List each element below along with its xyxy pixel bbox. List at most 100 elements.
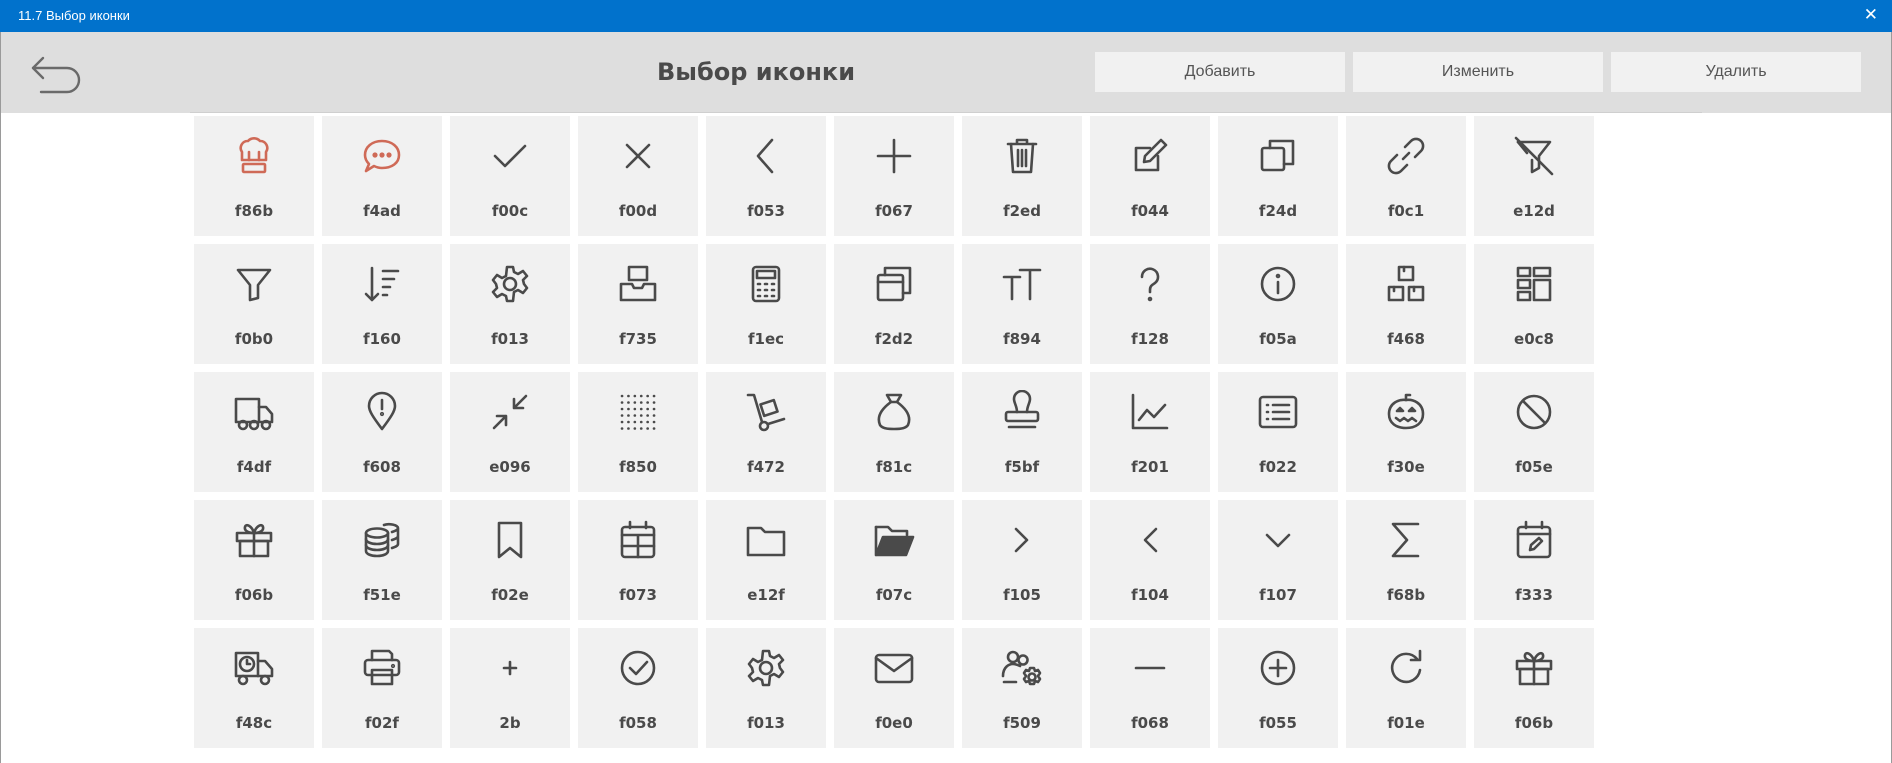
toolbar: Выбор иконки Добавить Изменить Удалить [1, 32, 1891, 113]
icon-tile-f02f[interactable]: f02f [322, 628, 442, 748]
icon-grid: f86b f4ad f00c f00d f053 f067 f2ed f044 f24d f0c1… [194, 116, 1598, 748]
icon-tile-f333[interactable]: f333 [1474, 500, 1594, 620]
icon-tile-e12f[interactable]: e12f [706, 500, 826, 620]
folder-open-icon [874, 525, 915, 557]
icon-code: f022 [1259, 458, 1297, 476]
icon-tile-f201[interactable]: f201 [1090, 372, 1210, 492]
header-divider [190, 112, 1702, 113]
icon-tile-f0c1[interactable]: f0c1 [1346, 116, 1466, 236]
icon-code: f48c [235, 714, 273, 732]
icon-tile-f4df[interactable]: f4df [194, 372, 314, 492]
window-restore-icon [876, 266, 912, 302]
icon-code: f608 [363, 458, 401, 476]
icon-tile-e0c8[interactable]: e0c8 [1474, 244, 1594, 364]
close-icon[interactable]: ✕ [1864, 5, 1878, 25]
icon-tile-f01e[interactable]: f01e [1346, 628, 1466, 748]
icon-tile-f30e[interactable]: f30e [1346, 372, 1466, 492]
icon-tile-f02e[interactable]: f02e [450, 500, 570, 620]
delete-button[interactable]: Удалить [1611, 52, 1861, 92]
icon-tile-f013[interactable]: f013 [450, 244, 570, 364]
icon-tile-f022[interactable]: f022 [1218, 372, 1338, 492]
icon-tile-f0b0[interactable]: f0b0 [194, 244, 314, 364]
folder-icon [746, 526, 786, 557]
page-title: Выбор иконки [656, 58, 856, 86]
icon-code: f107 [1259, 586, 1297, 604]
truck-icon [234, 397, 274, 431]
icon-tile-f81c[interactable]: f81c [834, 372, 954, 492]
icon-code: f2ed [1003, 202, 1041, 220]
icon-tile-f055[interactable]: f055 [1218, 628, 1338, 748]
icon-tile-f51e[interactable]: f51e [322, 500, 442, 620]
icon-tile-f4ad[interactable]: f4ad [322, 116, 442, 236]
icon-tile-f06b[interactable]: f06b [194, 500, 314, 620]
sort-amount-icon [364, 266, 400, 302]
list-alt-icon [1258, 395, 1298, 429]
back-button[interactable] [29, 52, 83, 96]
icon-code: f4df [236, 458, 272, 476]
icon-tile-f472[interactable]: f472 [706, 372, 826, 492]
icon-code: f06b [1514, 714, 1554, 732]
icon-tile-e12d[interactable]: e12d [1474, 116, 1594, 236]
icon-tile-f608[interactable]: f608 [322, 372, 442, 492]
icon-tile-f058[interactable]: f058 [578, 628, 698, 748]
icon-tile-f509[interactable]: f509 [962, 628, 1082, 748]
text-size-icon [1002, 268, 1042, 301]
icon-tile-f68b[interactable]: f68b [1346, 500, 1466, 620]
icon-code: f2d2 [874, 330, 914, 348]
icon-code: f00d [618, 202, 658, 220]
icon-code: f4ad [363, 202, 401, 220]
circle-check-icon [620, 650, 656, 686]
calendar-edit-icon [1516, 520, 1552, 559]
icon-tile-2b[interactable]: 2b [450, 628, 570, 748]
icon-tile-f06b[interactable]: f06b [1474, 628, 1594, 748]
icon-tile-f044[interactable]: f044 [1090, 116, 1210, 236]
icon-tile-f894[interactable]: f894 [962, 244, 1082, 364]
gift-icon [1515, 651, 1553, 686]
icon-tile-f073[interactable]: f073 [578, 500, 698, 620]
icon-tile-f2d2[interactable]: f2d2 [834, 244, 954, 364]
icon-tile-f850[interactable]: f850 [578, 372, 698, 492]
icon-code: 2b [499, 714, 521, 732]
icon-tile-f068[interactable]: f068 [1090, 628, 1210, 748]
icon-tile-f468[interactable]: f468 [1346, 244, 1466, 364]
icon-code: f067 [875, 202, 913, 220]
icon-tile-f24d[interactable]: f24d [1218, 116, 1338, 236]
icon-tile-f2ed[interactable]: f2ed [962, 116, 1082, 236]
icon-tile-f104[interactable]: f104 [1090, 500, 1210, 620]
icon-code: f06b [234, 586, 274, 604]
icon-tile-f1ec[interactable]: f1ec [706, 244, 826, 364]
icon-tile-f05e[interactable]: f05e [1474, 372, 1594, 492]
icon-tile-f053[interactable]: f053 [706, 116, 826, 236]
icon-code: f058 [619, 714, 657, 732]
gear-icon [747, 649, 785, 687]
icon-code: f0e0 [875, 714, 913, 732]
calendar-icon [620, 520, 656, 559]
undo-arrow-icon [31, 56, 81, 94]
icon-code: f013 [491, 330, 529, 348]
shipping-timed-icon [234, 651, 274, 686]
add-button[interactable]: Добавить [1095, 52, 1345, 92]
question-icon [1140, 267, 1160, 302]
icon-tile-e096[interactable]: e096 [450, 372, 570, 492]
icon-tile-f105[interactable]: f105 [962, 500, 1082, 620]
icon-tile-f86b[interactable]: f86b [194, 116, 314, 236]
icon-tile-f0e0[interactable]: f0e0 [834, 628, 954, 748]
icon-code: f105 [1003, 586, 1041, 604]
chart-line-icon [1131, 393, 1169, 430]
icon-code: f24d [1258, 202, 1298, 220]
icon-code: f013 [747, 714, 785, 732]
icon-tile-f5bf[interactable]: f5bf [962, 372, 1082, 492]
icon-tile-f735[interactable]: f735 [578, 244, 698, 364]
plus-icon [876, 138, 912, 174]
icon-tile-f00d[interactable]: f00d [578, 116, 698, 236]
icon-tile-f07c[interactable]: f07c [834, 500, 954, 620]
icon-tile-f013[interactable]: f013 [706, 628, 826, 748]
icon-tile-f05a[interactable]: f05a [1218, 244, 1338, 364]
icon-tile-f107[interactable]: f107 [1218, 500, 1338, 620]
icon-tile-f160[interactable]: f160 [322, 244, 442, 364]
icon-tile-f128[interactable]: f128 [1090, 244, 1210, 364]
edit-button[interactable]: Изменить [1353, 52, 1603, 92]
icon-tile-f48c[interactable]: f48c [194, 628, 314, 748]
icon-tile-f067[interactable]: f067 [834, 116, 954, 236]
icon-tile-f00c[interactable]: f00c [450, 116, 570, 236]
